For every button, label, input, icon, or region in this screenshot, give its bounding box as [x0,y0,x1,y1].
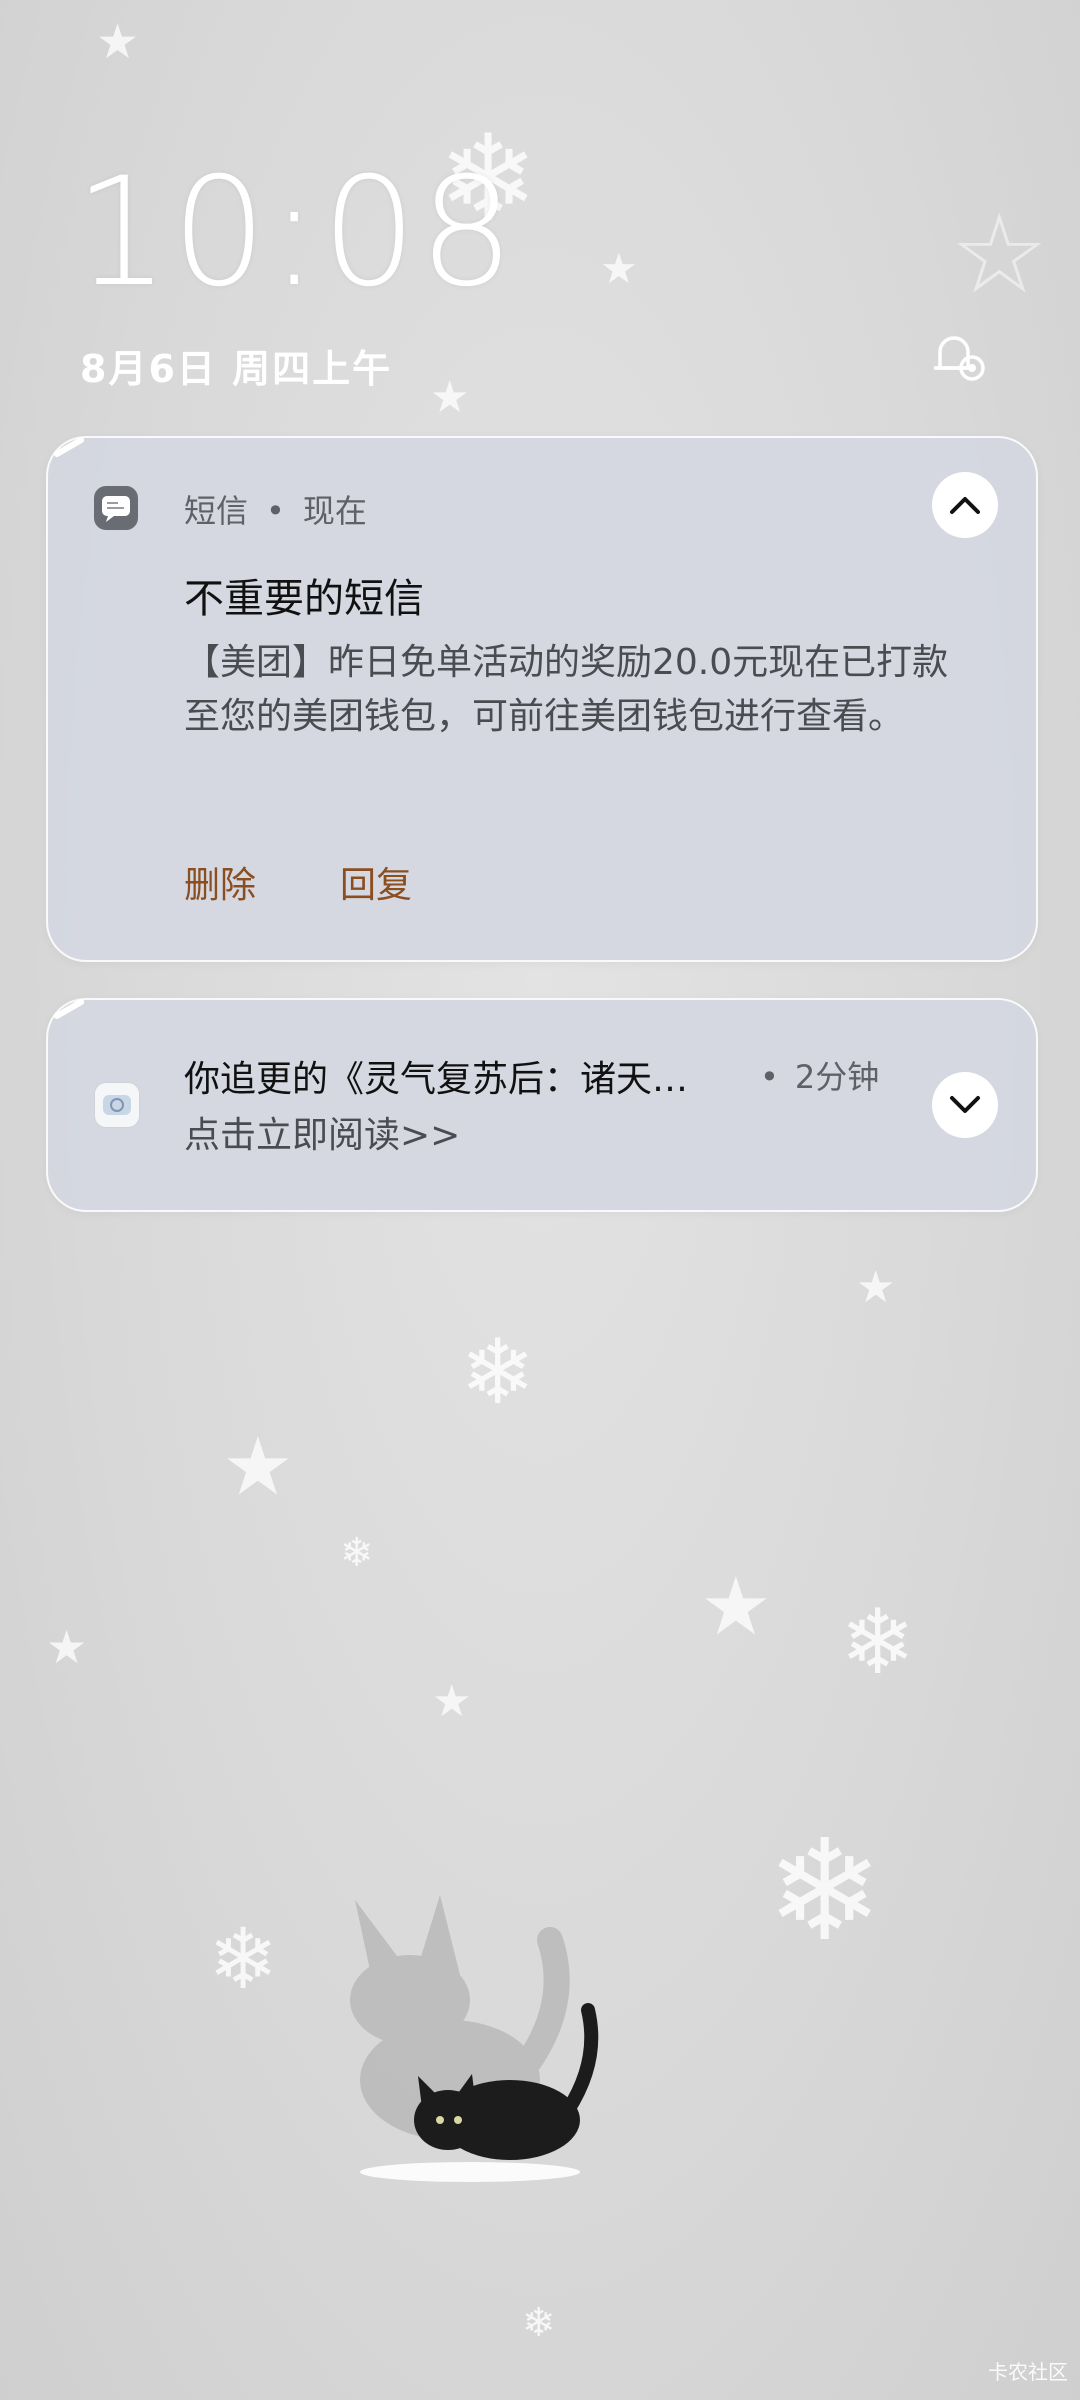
expand-button[interactable] [932,1072,998,1138]
lockscreen-date: 8月6日 周四上午 [80,347,393,391]
wallpaper-snowflake-decoration: ❄ [208,1910,279,2008]
wallpaper-star-decoration: ★ [430,372,470,423]
wallpaper-star-decoration: ★ [46,1620,88,1674]
wallpaper-star-decoration: ★ [96,14,140,70]
wallpaper-snowflake-decoration: ❄ [840,1590,916,1695]
meta-separator: • [760,1058,779,1096]
notification-time: 现在 [302,492,367,530]
chevron-up-icon [950,497,980,514]
notification-body: 【美团】昨日免单活动的奖励20.0元现在已打款至您的美团钱包，可前往美团钱包进行… [184,642,949,737]
reader-app-icon [94,1082,140,1128]
wallpaper-cat-illustration [350,1895,599,2182]
wallpaper-snowflake-decoration: ❄ [766,1810,884,1973]
notification-title: 不重要的短信 [184,576,424,622]
notification-body: 点击立即阅读>> [184,1115,461,1156]
notification-meta: • 2分钟 [760,1052,879,1098]
watermark: 卡农社区 [988,2360,1068,2384]
notification-time: 2分钟 [794,1058,880,1096]
wallpaper-snowflake-decoration: ❄ [522,2300,556,2346]
wallpaper-star-decoration: ★ [432,1676,472,1727]
reply-button[interactable]: 回复 [340,856,412,908]
wallpaper-star-decoration: ★ [222,1420,294,1513]
wallpaper-star-decoration: ★ [600,244,638,293]
meta-separator: • [266,492,285,530]
delete-button[interactable]: 删除 [184,856,256,908]
wallpaper-snowflake-decoration: ❄ [460,1320,536,1425]
notification-title: 你追更的《灵气复苏后：诸天… [184,1059,689,1100]
wallpaper-star-decoration: ★ [856,1262,896,1313]
wallpaper-star-outline-decoration: ☆ [950,190,1049,318]
collapse-button[interactable] [932,472,998,538]
message-icon [94,486,138,530]
card-corner-highlight [52,435,86,459]
chevron-down-icon [950,1096,980,1113]
wallpaper-star-decoration: ★ [700,1560,772,1653]
wallpaper-snowflake-decoration: ❄ [340,1530,374,1576]
card-corner-highlight [52,997,86,1021]
lockscreen-clock: 10:08 [74,146,517,320]
notification-app-name: 短信 [184,492,249,530]
notification-card-sms[interactable]: 短信 • 现在 不重要的短信 【美团】昨日免单活动的奖励20.0元现在已打款至您的美… [46,435,1038,962]
lock-settings-icon[interactable] [928,328,992,384]
notification-card-reader[interactable]: 你追更的《灵气复苏后：诸天… • 2分钟 点击立即阅读>> [46,997,1038,1212]
notification-meta: 短信 • 现在 [184,486,367,532]
